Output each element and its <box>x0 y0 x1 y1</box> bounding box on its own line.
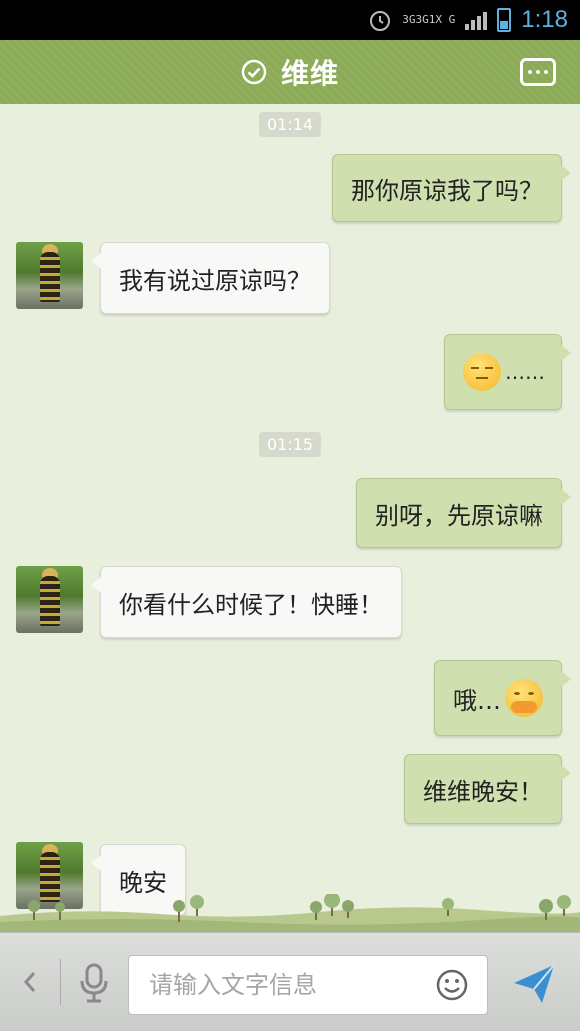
network-label: 1X <box>428 13 443 26</box>
message-text: 哦… <box>453 686 501 715</box>
emoji-picker-icon[interactable] <box>435 968 469 1002</box>
chevron-left-icon[interactable] <box>20 967 40 997</box>
microphone-icon[interactable] <box>74 961 114 1005</box>
send-icon[interactable] <box>512 963 556 1005</box>
incoming-message[interactable]: 你看什么时候了！快睡！ <box>91 566 402 638</box>
verified-check-icon <box>241 59 267 85</box>
network-indicator: 3G3G1X G <box>402 13 456 26</box>
chat-header: 维维 <box>0 40 580 110</box>
message-text: 那你原谅我了吗？ <box>351 176 543 205</box>
dot-icon <box>544 70 548 74</box>
alarm-icon <box>370 11 391 31</box>
clock: 1:18 <box>521 6 568 33</box>
message-text: 维维晚安！ <box>423 777 543 806</box>
chat-area[interactable]: 01:14 那你原谅我了吗？ 我有说过原谅吗？ …… 01:15 别呀，先原谅嘛… <box>0 104 580 932</box>
sleepy-emoji-icon <box>463 353 501 391</box>
message-text: 别呀，先原谅嘛 <box>375 501 543 530</box>
message-text: 我有说过原谅吗？ <box>119 266 311 295</box>
message-text: 晚安 <box>119 868 167 897</box>
message-input-container[interactable] <box>128 955 488 1015</box>
message-input-bar <box>0 932 580 1031</box>
network-label: 3G <box>415 13 429 26</box>
outgoing-message[interactable]: 别呀，先原谅嘛 <box>356 478 571 548</box>
message-text: 你看什么时候了！快睡！ <box>119 590 383 619</box>
timestamp: 01:14 <box>258 112 322 137</box>
contact-avatar[interactable] <box>16 242 83 309</box>
divider <box>60 959 61 1005</box>
contact-avatar[interactable] <box>16 566 83 633</box>
landscape-decoration <box>0 894 580 932</box>
contact-name: 维维 <box>280 57 339 90</box>
network-label: 3G <box>402 13 416 26</box>
incoming-message[interactable]: 我有说过原谅吗？ <box>91 242 330 314</box>
network-label: G <box>448 13 456 26</box>
dot-icon <box>536 70 540 74</box>
outgoing-message[interactable]: …… <box>444 334 571 410</box>
message-input[interactable] <box>149 971 409 999</box>
battery-icon <box>497 8 512 32</box>
more-options-button[interactable] <box>520 58 556 86</box>
signal-icon <box>465 10 488 30</box>
timestamp: 01:15 <box>258 432 322 457</box>
dot-icon <box>528 70 532 74</box>
status-bar: 3G3G1X G 1:18 <box>0 0 580 40</box>
shy-emoji-icon <box>505 679 543 717</box>
outgoing-message[interactable]: 维维晚安！ <box>404 754 571 824</box>
message-text: …… <box>505 360 545 384</box>
outgoing-message[interactable]: 哦… <box>434 660 571 736</box>
outgoing-message[interactable]: 那你原谅我了吗？ <box>332 154 571 222</box>
